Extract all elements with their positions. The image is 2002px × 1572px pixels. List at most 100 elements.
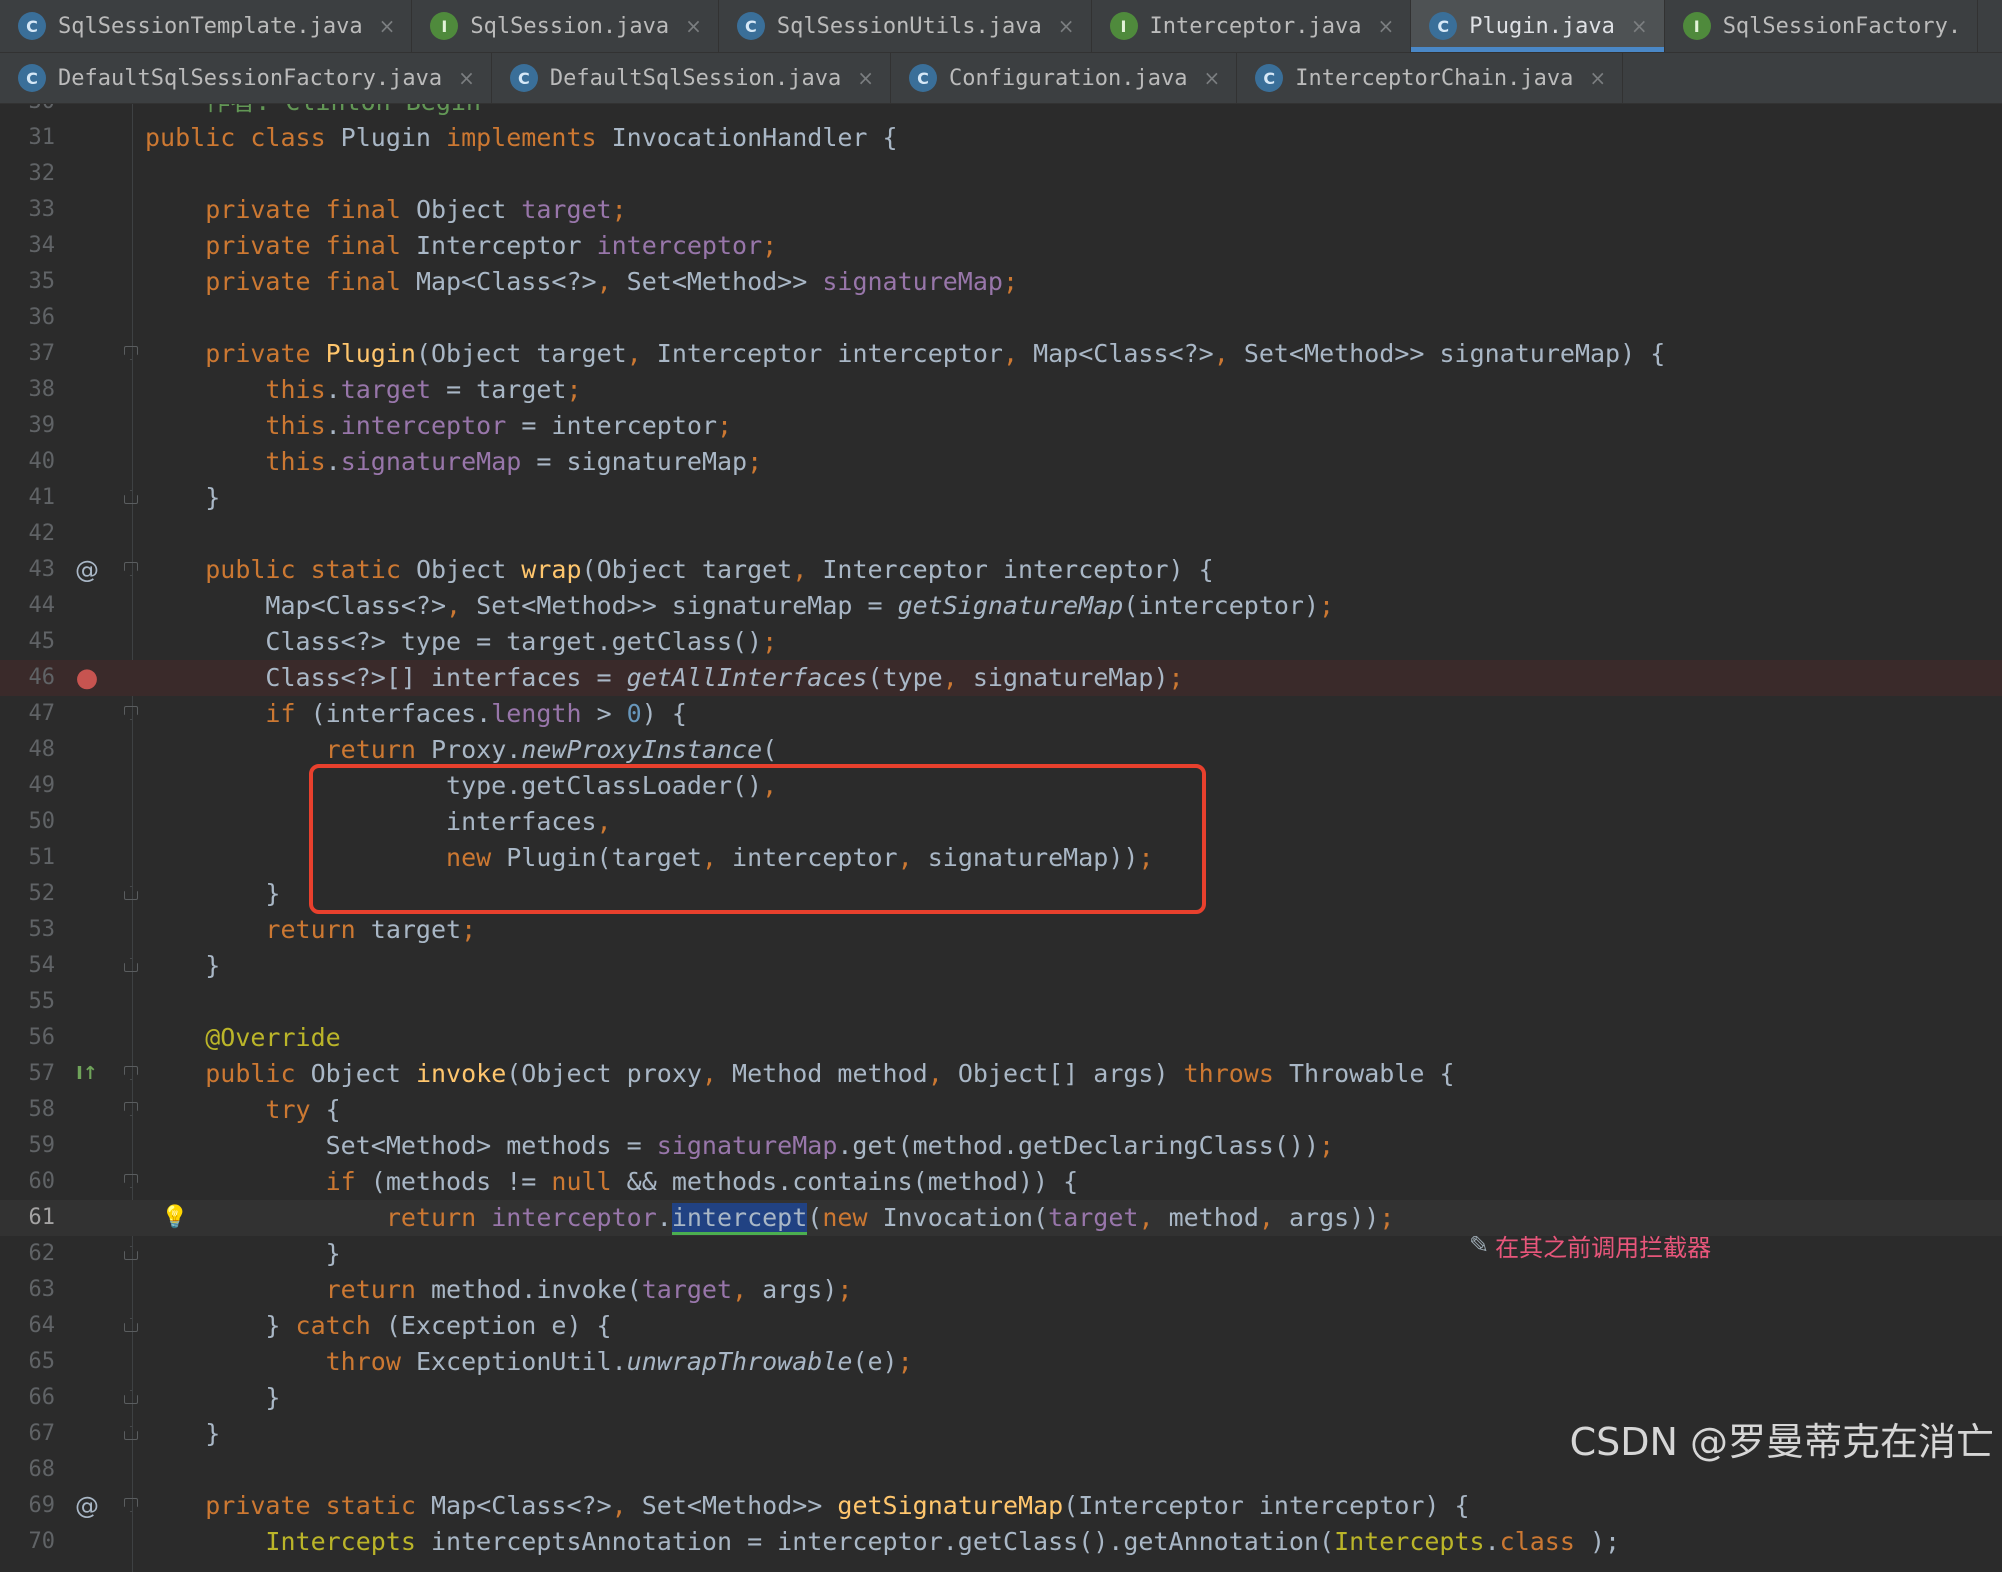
code-text[interactable]: return target; [145, 912, 476, 948]
tab-configuration[interactable]: C Configuration.java × [891, 53, 1238, 103]
code-text[interactable]: } [145, 1236, 341, 1272]
line-number[interactable]: 55 [0, 984, 56, 1020]
line-number[interactable]: 60 [0, 1164, 56, 1200]
tab-interceptorchain[interactable]: C InterceptorChain.java × [1237, 53, 1624, 103]
fold-start-icon[interactable] [124, 1066, 138, 1080]
close-icon[interactable]: × [685, 14, 702, 38]
line-number[interactable]: 69 [0, 1488, 56, 1524]
code-text[interactable]: public static Object wrap(Object target,… [145, 552, 1213, 588]
line-number[interactable]: 30 [0, 104, 56, 120]
line-number[interactable]: 38 [0, 372, 56, 408]
tab-sqlsessiontemplate[interactable]: C SqlSessionTemplate.java × [0, 0, 413, 52]
code-line[interactable]: 33 private final Object target; [0, 192, 2002, 228]
code-text[interactable]: private final Interceptor interceptor; [145, 228, 777, 264]
code-text[interactable]: if (interfaces.length > 0) { [145, 696, 686, 732]
code-line[interactable]: 31 public class Plugin implements Invocat… [0, 120, 2002, 156]
code-text[interactable]: if (methods != null && methods.contains(… [145, 1164, 1079, 1200]
fold-end-icon[interactable] [124, 490, 138, 504]
fold-end-icon[interactable] [124, 1246, 138, 1260]
code-line[interactable]: 30 作者: Clinton Begin [0, 104, 2002, 120]
line-number[interactable]: 61 [0, 1200, 56, 1236]
code-text[interactable]: return method.invoke(target, args); [145, 1272, 853, 1308]
line-number[interactable]: 67 [0, 1416, 56, 1452]
code-line[interactable]: 56 @Override [0, 1020, 2002, 1056]
code-line[interactable]: 58 try { [0, 1092, 2002, 1128]
close-icon[interactable]: × [1377, 14, 1394, 38]
code-text[interactable]: private final Object target; [145, 192, 626, 228]
code-text[interactable]: this.target = target; [145, 372, 581, 408]
line-number[interactable]: 45 [0, 624, 56, 660]
line-number[interactable]: 31 [0, 120, 56, 156]
override-marker-icon[interactable]: @ [72, 552, 102, 588]
line-number[interactable]: 58 [0, 1092, 56, 1128]
close-icon[interactable]: × [1589, 66, 1606, 90]
breakpoint-icon[interactable]: ● [72, 660, 102, 696]
code-line[interactable]: 53 return target; [0, 912, 2002, 948]
code-editor[interactable]: 30 作者: Clinton Begin31 public class Plugi… [0, 104, 2002, 1572]
code-text[interactable]: @Override [145, 1020, 340, 1056]
line-number[interactable]: 51 [0, 840, 56, 876]
fold-start-icon[interactable] [124, 1174, 138, 1188]
fold-end-icon[interactable] [124, 1390, 138, 1404]
line-number[interactable]: 57 [0, 1056, 56, 1092]
line-number[interactable]: 53 [0, 912, 56, 948]
code-text[interactable]: return Proxy.newProxyInstance( [145, 732, 778, 768]
code-text[interactable]: this.signatureMap = signatureMap; [145, 444, 762, 480]
tab-defaultsqlsession[interactable]: C DefaultSqlSession.java × [492, 53, 892, 103]
code-line[interactable]: 41 } [0, 480, 2002, 516]
fold-start-icon[interactable] [124, 562, 138, 576]
code-line[interactable]: 55 [0, 984, 2002, 1020]
close-icon[interactable]: × [1058, 14, 1075, 38]
line-number[interactable]: 59 [0, 1128, 56, 1164]
fold-start-icon[interactable] [124, 1498, 138, 1512]
code-line[interactable]: 46 ● Class<?>[] interfaces = getAllInterf… [0, 660, 2002, 696]
code-line[interactable]: 40 this.signatureMap = signatureMap; [0, 444, 2002, 480]
code-line[interactable]: 47 if (interfaces.length > 0) { [0, 696, 2002, 732]
code-text[interactable]: } [145, 876, 280, 912]
code-text[interactable]: } [145, 1416, 220, 1452]
line-number[interactable]: 42 [0, 516, 56, 552]
line-number[interactable]: 65 [0, 1344, 56, 1380]
code-line[interactable]: 42 [0, 516, 2002, 552]
tab-interceptor[interactable]: I Interceptor.java × [1092, 0, 1412, 52]
code-line[interactable]: 59 Set<Method> methods = signatureMap.ge… [0, 1128, 2002, 1164]
code-line[interactable]: 38 this.target = target; [0, 372, 2002, 408]
tab-sqlsessionfactory[interactable]: I SqlSessionFactory. [1665, 0, 1979, 52]
fold-start-icon[interactable] [124, 1102, 138, 1116]
line-number[interactable]: 33 [0, 192, 56, 228]
code-line[interactable]: 36 [0, 300, 2002, 336]
code-text[interactable]: } [145, 1380, 280, 1416]
fold-start-icon[interactable] [124, 346, 138, 360]
code-line[interactable]: 60 if (methods != null && methods.contai… [0, 1164, 2002, 1200]
line-number[interactable]: 70 [0, 1524, 56, 1560]
tab-plugin[interactable]: C Plugin.java × [1411, 0, 1665, 52]
code-line[interactable]: 37 private Plugin(Object target, Interce… [0, 336, 2002, 372]
fold-end-icon[interactable] [124, 1426, 138, 1440]
line-number[interactable]: 56 [0, 1020, 56, 1056]
code-text[interactable]: Class<?>[] interfaces = getAllInterfaces… [145, 660, 1183, 696]
line-number[interactable]: 66 [0, 1380, 56, 1416]
line-number[interactable]: 37 [0, 336, 56, 372]
code-text[interactable]: Map<Class<?>, Set<Method>> signatureMap … [145, 588, 1334, 624]
line-number[interactable]: 47 [0, 696, 56, 732]
close-icon[interactable]: × [379, 14, 396, 38]
code-line[interactable]: 66 } [0, 1380, 2002, 1416]
code-line[interactable]: 45 Class<?> type = target.getClass(); [0, 624, 2002, 660]
code-line[interactable]: 43 @ public static Object wrap(Object tar… [0, 552, 2002, 588]
line-number[interactable]: 44 [0, 588, 56, 624]
code-line[interactable]: 65 throw ExceptionUtil.unwrapThrowable(e… [0, 1344, 2002, 1380]
code-line[interactable]: 63 return method.invoke(target, args); [0, 1272, 2002, 1308]
tab-defaultsqlsessionfactory[interactable]: C DefaultSqlSessionFactory.java × [0, 53, 492, 103]
line-number[interactable]: 43 [0, 552, 56, 588]
close-icon[interactable]: × [458, 66, 475, 90]
code-text[interactable]: private final Map<Class<?>, Set<Method>>… [145, 264, 1018, 300]
code-text[interactable]: throw ExceptionUtil.unwrapThrowable(e); [145, 1344, 913, 1380]
code-text[interactable]: } catch (Exception e) { [145, 1308, 611, 1344]
line-number[interactable]: 62 [0, 1236, 56, 1272]
code-line[interactable]: 35 private final Map<Class<?>, Set<Metho… [0, 264, 2002, 300]
line-number[interactable]: 32 [0, 156, 56, 192]
line-number[interactable]: 50 [0, 804, 56, 840]
line-number[interactable]: 52 [0, 876, 56, 912]
code-line[interactable]: 39 this.interceptor = interceptor; [0, 408, 2002, 444]
code-text[interactable]: public class Plugin implements Invocatio… [145, 120, 898, 156]
